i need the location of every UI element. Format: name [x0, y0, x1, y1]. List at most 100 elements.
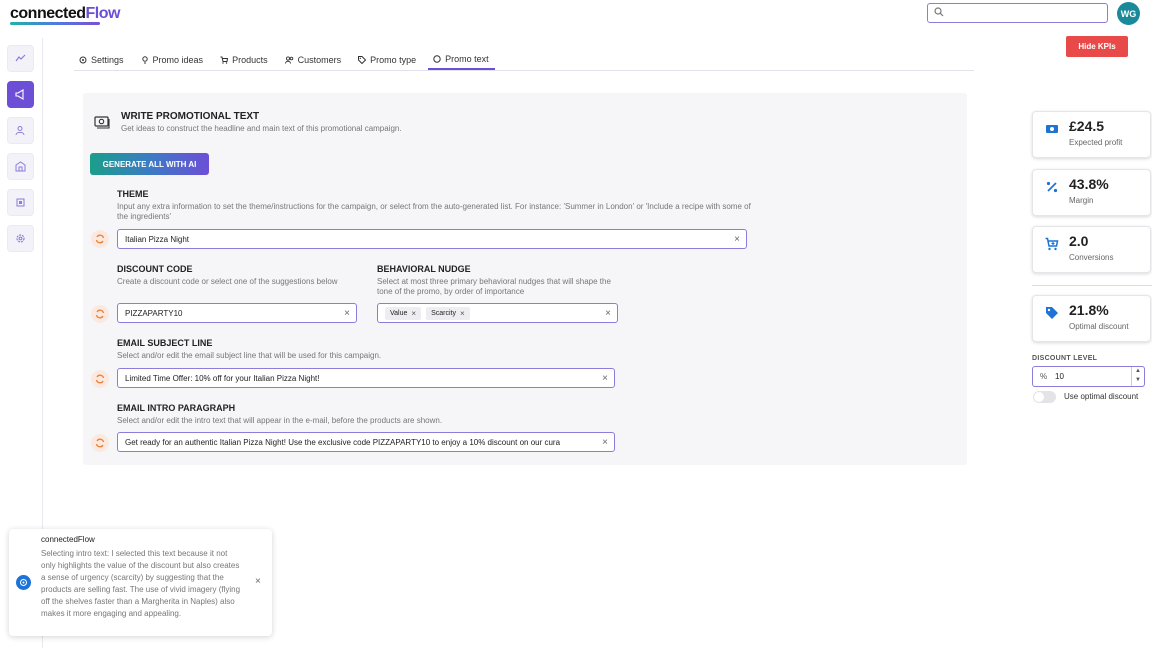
kpi-expected-profit: £24.5 Expected profit: [1032, 111, 1151, 158]
chip-label: Value: [390, 309, 408, 317]
refresh-icon: [95, 438, 105, 448]
tab-label: Products: [232, 55, 268, 65]
search-icon: [934, 7, 944, 17]
sidebar-item-campaigns[interactable]: [7, 81, 34, 108]
theme-value: Italian Pizza Night: [125, 234, 190, 244]
sidebar-item-products[interactable]: [7, 189, 34, 216]
tab-bar: Settings Promo ideas Products Customers …: [74, 50, 974, 71]
user-icon: [15, 126, 25, 136]
section-subtitle: Get ideas to construct the headline and …: [121, 124, 402, 133]
refresh-icon: [95, 309, 105, 319]
tab-label: Promo text: [445, 54, 489, 64]
nudge-chip[interactable]: Scarcity ×: [426, 306, 470, 320]
discount-code-value: PIZZAPARTY10: [125, 308, 183, 318]
sidebar-item-dashboard[interactable]: [7, 45, 34, 72]
search-box[interactable]: [927, 3, 1108, 23]
notification-body: Selecting intro text: I selected this te…: [41, 549, 241, 618]
behavioral-nudge-select[interactable]: Value × Scarcity × ×: [377, 303, 618, 323]
theme-help: Input any extra information to set the t…: [117, 202, 751, 221]
money-icon: [1046, 125, 1058, 133]
chevron-down-icon[interactable]: ▼: [1132, 376, 1144, 385]
clear-icon[interactable]: ×: [605, 308, 611, 319]
kpi-label: Conversions: [1069, 253, 1114, 262]
clear-icon[interactable]: ×: [602, 437, 608, 448]
email-intro-label: EMAIL INTRO PARAGRAPH: [117, 403, 236, 413]
email-intro-refresh-button[interactable]: [91, 434, 109, 452]
email-intro-value: Get ready for an authentic Italian Pizza…: [125, 437, 561, 447]
sidebar-item-customers[interactable]: [7, 117, 34, 144]
discount-code-help: Create a discount code or select one of …: [117, 277, 338, 286]
tab-promo-type[interactable]: Promo type: [353, 50, 422, 70]
sidebar-item-settings[interactable]: [7, 225, 34, 252]
kpi-label: Optimal discount: [1069, 322, 1129, 331]
tab-promo-ideas[interactable]: Promo ideas: [136, 50, 210, 70]
clear-icon[interactable]: ×: [602, 373, 608, 384]
discount-code-input[interactable]: PIZZAPARTY10 ×: [117, 303, 357, 323]
email-subject-value: Limited Time Offer: 10% off for your Ita…: [125, 373, 320, 383]
email-subject-input[interactable]: Limited Time Offer: 10% off for your Ita…: [117, 368, 615, 388]
sidebar-item-stores[interactable]: [7, 153, 34, 180]
kpi-value: £24.5: [1069, 118, 1105, 134]
cart-plus-icon: [1045, 237, 1059, 251]
discount-code-refresh-button[interactable]: [91, 305, 109, 323]
tab-products[interactable]: Products: [215, 50, 274, 70]
kpi-conversions: 2.0 Conversions: [1032, 226, 1151, 273]
tag-icon: [1046, 307, 1058, 319]
user-avatar[interactable]: WG: [1117, 2, 1140, 25]
gear-icon: [79, 56, 87, 64]
nudge-chip[interactable]: Value ×: [385, 306, 422, 320]
box-icon: [16, 198, 25, 207]
theme-refresh-button[interactable]: [91, 230, 109, 248]
dashboard-icon: [15, 54, 26, 62]
remove-chip-icon[interactable]: ×: [460, 309, 465, 318]
close-icon[interactable]: ×: [255, 576, 261, 587]
email-intro-help: Select and/or edit the intro text that w…: [117, 416, 443, 425]
generate-all-ai-button[interactable]: GENERATE ALL WITH AI: [90, 153, 209, 175]
discount-level-stepper[interactable]: ▲ ▼: [1131, 367, 1144, 386]
logo-underline: [10, 22, 100, 25]
users-icon: [284, 56, 293, 64]
kpi-value: 43.8%: [1069, 176, 1109, 192]
remove-chip-icon[interactable]: ×: [411, 309, 416, 318]
refresh-icon: [95, 234, 105, 244]
logo-text-flow: Flow: [85, 5, 121, 22]
search-input[interactable]: [948, 6, 1098, 22]
kpi-label: Expected profit: [1069, 138, 1123, 147]
kpi-divider: [1032, 285, 1152, 286]
app-logo[interactable]: connectedFlow: [10, 5, 120, 23]
section-title: WRITE PROMOTIONAL TEXT: [121, 111, 260, 122]
gear-icon: [16, 234, 25, 243]
kpi-optimal-discount: 21.8% Optimal discount: [1032, 295, 1151, 342]
tab-settings[interactable]: Settings: [74, 50, 130, 70]
tab-customers[interactable]: Customers: [280, 50, 348, 70]
kpi-value: 21.8%: [1069, 302, 1109, 318]
email-intro-input[interactable]: Get ready for an authentic Italian Pizza…: [117, 432, 615, 452]
hide-kpis-button[interactable]: Hide KPIs: [1066, 36, 1128, 57]
megaphone-icon: [15, 89, 24, 100]
percent-icon: %: [1040, 372, 1048, 381]
email-subject-refresh-button[interactable]: [91, 370, 109, 388]
kpi-margin: 43.8% Margin: [1032, 169, 1151, 216]
discount-code-label: DISCOUNT CODE: [117, 264, 193, 274]
chip-label: Scarcity: [431, 309, 456, 317]
tab-label: Promo ideas: [152, 55, 204, 65]
toggle-knob: [1034, 392, 1044, 402]
ai-icon: [16, 575, 31, 590]
optimal-discount-label: Use optimal discount: [1064, 392, 1139, 401]
cart-icon: [220, 56, 229, 64]
store-icon: [15, 161, 26, 172]
discount-level-input[interactable]: % 10 ▲ ▼: [1032, 366, 1145, 387]
kpi-value: 2.0: [1069, 233, 1089, 249]
theme-input[interactable]: Italian Pizza Night ×: [117, 229, 747, 249]
clear-icon[interactable]: ×: [344, 308, 350, 319]
chevron-up-icon[interactable]: ▲: [1132, 367, 1144, 376]
chat-icon: [433, 55, 441, 63]
discount-level-label: DISCOUNT LEVEL: [1032, 355, 1098, 362]
clear-icon[interactable]: ×: [734, 234, 740, 245]
tab-label: Customers: [297, 55, 342, 65]
tab-label: Settings: [91, 55, 124, 65]
email-subject-help: Select and/or edit the email subject lin…: [117, 351, 382, 360]
tab-promo-text[interactable]: Promo text: [428, 50, 495, 70]
optimal-discount-toggle[interactable]: [1033, 391, 1056, 403]
tag-icon: [358, 56, 367, 64]
